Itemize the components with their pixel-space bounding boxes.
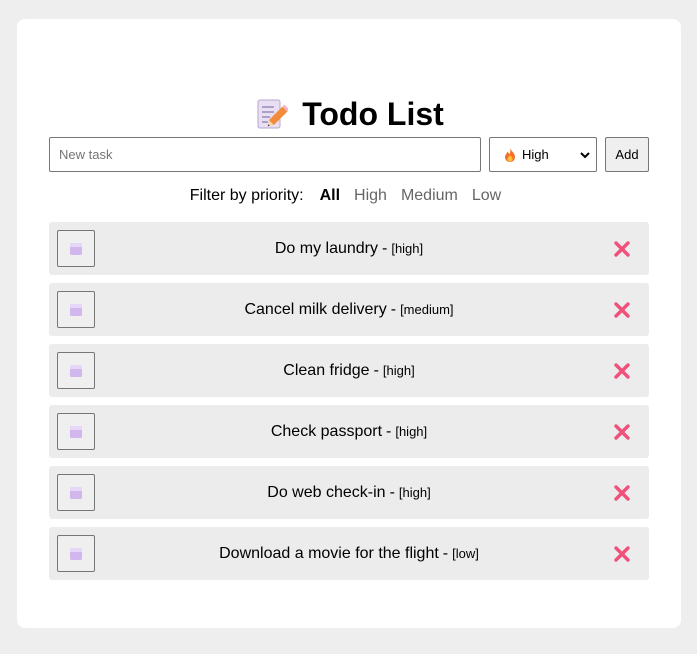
- todo-priority: [high]: [398, 485, 431, 500]
- todo-text: Download a movie for the flight - [low]: [105, 527, 593, 580]
- delete-x-icon[interactable]: [613, 362, 631, 380]
- todo-separator: -: [442, 544, 449, 562]
- priority-select-value: High: [522, 147, 549, 162]
- todo-separator: -: [382, 239, 388, 257]
- chevron-down-icon: [580, 151, 590, 158]
- add-button[interactable]: Add: [605, 137, 649, 172]
- todo-text: Cancel milk delivery - [medium]: [105, 283, 593, 336]
- checkbox-square-icon: [70, 364, 82, 377]
- todo-item: Clean fridge - [high]: [49, 344, 649, 397]
- todo-priority: [high]: [395, 424, 428, 439]
- checkbox-square-icon: [70, 425, 82, 438]
- complete-checkbox[interactable]: [57, 352, 95, 389]
- filter-medium[interactable]: Medium: [401, 186, 458, 206]
- checkbox-square-icon: [70, 547, 82, 560]
- complete-checkbox[interactable]: [57, 535, 95, 572]
- todo-priority: [high]: [391, 241, 424, 256]
- todo-item: Do my laundry - [high]: [49, 222, 649, 275]
- todo-text: Clean fridge - [high]: [105, 344, 593, 397]
- complete-checkbox[interactable]: [57, 230, 95, 267]
- complete-checkbox[interactable]: [57, 291, 95, 328]
- todo-item: Cancel milk delivery - [medium]: [49, 283, 649, 336]
- page-title: Todo List: [302, 96, 444, 132]
- todo-text: Do my laundry - [high]: [105, 222, 593, 275]
- todo-separator: -: [373, 361, 379, 379]
- todo-item: Do web check-in - [high]: [49, 466, 649, 519]
- new-task-input[interactable]: [49, 137, 481, 172]
- todo-priority: [low]: [452, 546, 479, 561]
- add-task-form: High Add: [49, 137, 649, 172]
- todo-item: Check passport - [high]: [49, 405, 649, 458]
- todo-card: Todo List High Add Filter by priority: A…: [17, 19, 681, 628]
- todo-title: Download a movie for the flight: [219, 544, 439, 562]
- priority-filter: Filter by priority: All High Medium Low: [17, 186, 681, 206]
- checkbox-square-icon: [70, 242, 82, 255]
- delete-x-icon[interactable]: [613, 545, 631, 563]
- todo-separator: -: [386, 422, 392, 440]
- filter-all[interactable]: All: [320, 186, 340, 206]
- todo-list: Do my laundry - [high] Cancel milk deliver…: [49, 222, 649, 588]
- todo-text: Check passport - [high]: [105, 405, 593, 458]
- page-header: Todo List: [17, 95, 681, 133]
- todo-text: Do web check-in - [high]: [105, 466, 593, 519]
- delete-x-icon[interactable]: [613, 301, 631, 319]
- todo-title: Cancel milk delivery: [244, 300, 387, 318]
- todo-priority: [high]: [382, 363, 415, 378]
- complete-checkbox[interactable]: [57, 474, 95, 511]
- todo-separator: -: [390, 300, 397, 318]
- checkbox-square-icon: [70, 486, 82, 499]
- todo-separator: -: [389, 483, 395, 501]
- todo-priority: [medium]: [400, 302, 454, 317]
- delete-x-icon[interactable]: [613, 484, 631, 502]
- filter-label: Filter by priority:: [189, 187, 304, 204]
- fire-icon: [505, 147, 515, 162]
- todo-item: Download a movie for the flight - [low]: [49, 527, 649, 580]
- delete-x-icon[interactable]: [613, 423, 631, 441]
- delete-x-icon[interactable]: [613, 240, 631, 258]
- todo-title: Clean fridge: [283, 361, 370, 379]
- filter-low[interactable]: Low: [472, 186, 501, 206]
- todo-title: Do web check-in: [267, 483, 386, 501]
- filter-high[interactable]: High: [354, 186, 387, 206]
- complete-checkbox[interactable]: [57, 413, 95, 450]
- memo-pencil-icon: [257, 99, 289, 129]
- todo-title: Do my laundry: [274, 239, 378, 257]
- checkbox-square-icon: [70, 303, 82, 316]
- todo-title: Check passport: [270, 422, 383, 440]
- priority-select[interactable]: High: [489, 137, 597, 172]
